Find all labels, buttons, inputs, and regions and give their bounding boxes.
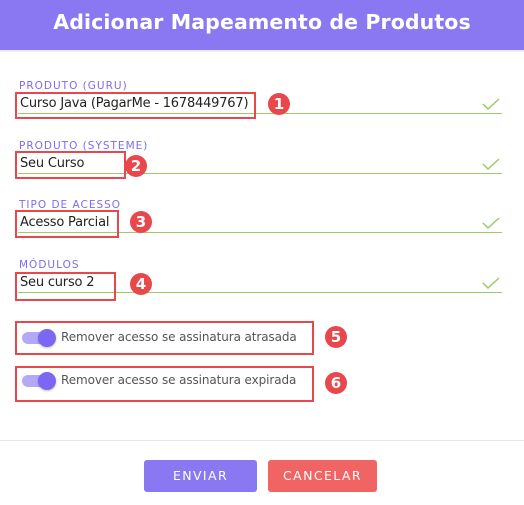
footer-divider	[0, 440, 524, 441]
step-badge: 2	[125, 155, 147, 177]
step-badge: 6	[325, 372, 347, 394]
check-icon	[482, 217, 500, 229]
submit-button[interactable]: ENVIAR	[144, 460, 257, 492]
cancel-button[interactable]: CANCELAR	[268, 460, 377, 492]
highlight-box	[15, 151, 126, 179]
dialog-header: Adicionar Mapeamento de Produtos	[0, 0, 524, 53]
step-badge: 4	[130, 273, 152, 295]
highlight-box	[15, 210, 119, 238]
highlight-box	[15, 321, 314, 355]
check-icon	[482, 277, 500, 289]
step-badge: 1	[268, 93, 290, 115]
highlight-box	[15, 366, 314, 402]
step-badge: 3	[130, 211, 152, 233]
highlight-box	[15, 92, 256, 119]
step-badge: 5	[325, 326, 347, 348]
check-icon	[482, 158, 500, 170]
check-icon	[482, 98, 500, 110]
highlight-box	[15, 272, 116, 301]
field-label: PRODUTO (GURU)	[19, 80, 128, 92]
dialog-title: Adicionar Mapeamento de Produtos	[53, 10, 471, 34]
field-label: MÓDULOS	[19, 259, 80, 271]
